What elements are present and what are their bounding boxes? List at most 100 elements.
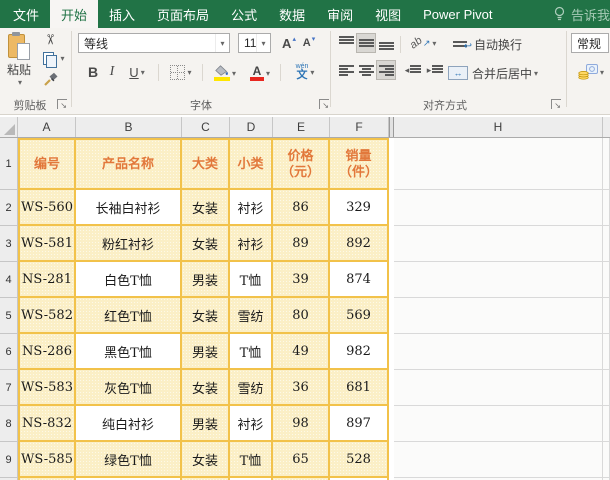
cell-E9[interactable]: 65 (273, 442, 330, 478)
font-size-dropdown-arrow[interactable]: ▾ (256, 34, 270, 52)
merge-dropdown-arrow[interactable]: ▾ (534, 69, 538, 78)
cell-H5[interactable] (394, 298, 603, 334)
cell-F1[interactable]: 销量 （件） (330, 138, 389, 190)
tab-view[interactable]: 视图 (364, 0, 412, 28)
row-header-5[interactable]: 5 (0, 298, 18, 334)
cell-D8[interactable]: 衬衫 (230, 406, 273, 442)
cell-I3[interactable] (603, 226, 610, 262)
cell-A1[interactable]: 编号 (18, 138, 76, 190)
cell-E6[interactable]: 49 (273, 334, 330, 370)
decrease-font-size-button[interactable]: A ▾ (300, 33, 318, 53)
cell-A8[interactable]: NS-832 (18, 406, 76, 442)
phonetic-guide-button[interactable]: wén 文 ▾ (286, 59, 324, 85)
cell-H4[interactable] (394, 262, 603, 298)
cell-B5[interactable]: 红色T恤 (76, 298, 182, 334)
cell-B1[interactable]: 产品名称 (76, 138, 182, 190)
col-header-B[interactable]: B (76, 117, 182, 137)
cell-F3[interactable]: 892 (330, 226, 389, 262)
cell-C3[interactable]: 女装 (182, 226, 230, 262)
accounting-format-button[interactable]: ▾ (573, 61, 609, 83)
tab-power-pivot[interactable]: Power Pivot (412, 0, 503, 28)
cell-I6[interactable] (603, 334, 610, 370)
font-name-combo[interactable]: 等线 ▾ (78, 33, 230, 53)
cell-C2[interactable]: 女装 (182, 190, 230, 226)
cell-H7[interactable] (394, 370, 603, 406)
font-dialog-launcher[interactable]: ↘ (319, 99, 329, 110)
tab-insert[interactable]: 插入 (98, 0, 146, 28)
font-name-dropdown-arrow[interactable]: ▾ (215, 34, 229, 52)
align-right-button[interactable] (376, 60, 396, 80)
bold-button[interactable]: B (84, 62, 102, 82)
orientation-button[interactable]: ab ↗ ▾ (406, 33, 440, 53)
font-size-combo[interactable]: 11 ▾ (238, 33, 271, 53)
row-header-1[interactable]: 1 (0, 138, 18, 190)
increase-font-size-button[interactable]: A ▴ (280, 33, 298, 53)
cell-F5[interactable]: 569 (330, 298, 389, 334)
cell-H6[interactable] (394, 334, 603, 370)
phonetic-dropdown-arrow[interactable]: ▾ (310, 68, 314, 77)
cell-A7[interactable]: WS-583 (18, 370, 76, 406)
fill-color-dropdown-arrow[interactable]: ▾ (232, 69, 236, 78)
borders-button[interactable]: ▾ (164, 62, 198, 82)
cell-C8[interactable]: 男装 (182, 406, 230, 442)
align-left-button[interactable] (336, 60, 356, 80)
cell-I1[interactable] (603, 138, 610, 190)
cell-F7[interactable]: 681 (330, 370, 389, 406)
cell-I9[interactable] (603, 442, 610, 478)
borders-dropdown-arrow[interactable]: ▾ (187, 68, 191, 77)
cell-A2[interactable]: WS-560 (18, 190, 76, 226)
tab-formulas[interactable]: 公式 (220, 0, 268, 28)
col-header-H[interactable]: H (394, 117, 603, 137)
tab-review[interactable]: 审阅 (316, 0, 364, 28)
cell-D2[interactable]: 衬衫 (230, 190, 273, 226)
cell-I2[interactable] (603, 190, 610, 226)
col-header-partial[interactable] (603, 117, 610, 137)
row-header-6[interactable]: 6 (0, 334, 18, 370)
col-header-D[interactable]: D (230, 117, 273, 137)
cell-F6[interactable]: 982 (330, 334, 389, 370)
cell-C9[interactable]: 女装 (182, 442, 230, 478)
number-format-combo[interactable]: 常规 (571, 33, 609, 53)
cell-D6[interactable]: T恤 (230, 334, 273, 370)
alignment-dialog-launcher[interactable]: ↘ (551, 99, 561, 110)
cell-A4[interactable]: NS-281 (18, 262, 76, 298)
cell-D7[interactable]: 雪纺 (230, 370, 273, 406)
underline-dropdown-arrow[interactable]: ▾ (141, 68, 145, 77)
cell-E2[interactable]: 86 (273, 190, 330, 226)
tab-page-layout[interactable]: 页面布局 (146, 0, 220, 28)
cell-F8[interactable]: 897 (330, 406, 389, 442)
copy-button[interactable]: ▾ (38, 50, 70, 68)
cell-F2[interactable]: 329 (330, 190, 389, 226)
decrease-indent-button[interactable]: ◂ (402, 60, 423, 80)
fill-color-button[interactable]: ▾ (208, 61, 242, 85)
accounting-dropdown-arrow[interactable]: ▾ (600, 68, 604, 77)
wrap-text-button[interactable]: ↩ 自动换行 (453, 34, 522, 54)
cell-B8[interactable]: 纯白衬衫 (76, 406, 182, 442)
row-header-9[interactable]: 9 (0, 442, 18, 478)
cell-C5[interactable]: 女装 (182, 298, 230, 334)
cell-E7[interactable]: 36 (273, 370, 330, 406)
cell-C1[interactable]: 大类 (182, 138, 230, 190)
cell-H8[interactable] (394, 406, 603, 442)
cell-D3[interactable]: 衬衫 (230, 226, 273, 262)
tab-home[interactable]: 开始 (50, 0, 99, 28)
cell-H1[interactable] (394, 138, 603, 190)
col-header-E[interactable]: E (273, 117, 330, 137)
cell-D4[interactable]: T恤 (230, 262, 273, 298)
cell-B3[interactable]: 粉红衬衫 (76, 226, 182, 262)
cell-B7[interactable]: 灰色T恤 (76, 370, 182, 406)
row-header-3[interactable]: 3 (0, 226, 18, 262)
col-header-C[interactable]: C (182, 117, 230, 137)
cell-E1[interactable]: 价格 （元） (273, 138, 330, 190)
cell-H2[interactable] (394, 190, 603, 226)
cell-I8[interactable] (603, 406, 610, 442)
cell-A5[interactable]: WS-582 (18, 298, 76, 334)
cell-E4[interactable]: 39 (273, 262, 330, 298)
cell-A9[interactable]: WS-585 (18, 442, 76, 478)
select-all-button[interactable] (0, 117, 18, 137)
tell-me-box[interactable]: 告诉我 (553, 0, 610, 28)
cell-B4[interactable]: 白色T恤 (76, 262, 182, 298)
cell-F4[interactable]: 874 (330, 262, 389, 298)
cell-H3[interactable] (394, 226, 603, 262)
increase-indent-button[interactable]: ▸ (424, 60, 445, 80)
